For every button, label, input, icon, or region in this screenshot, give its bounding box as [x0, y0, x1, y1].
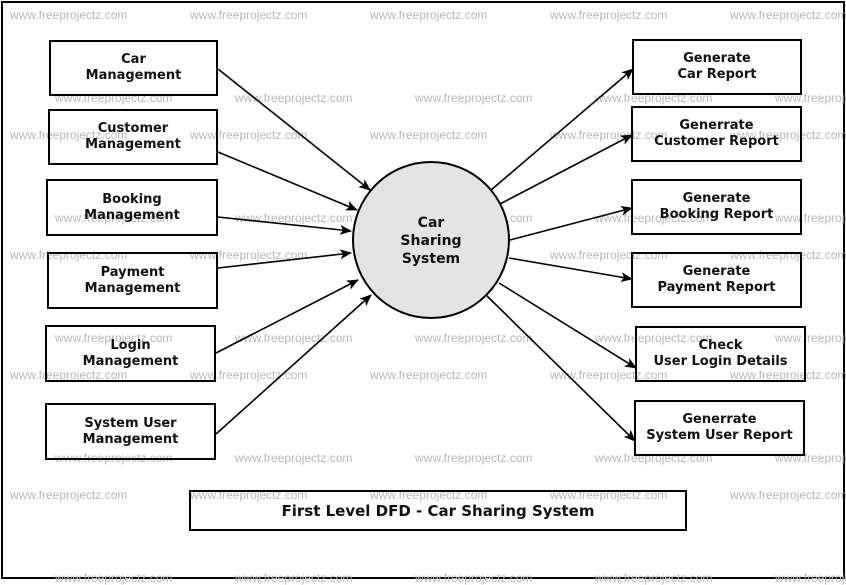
data-flow-arrow	[508, 257, 633, 283]
data-flow-arrow	[499, 134, 633, 205]
process-label-line: Sharing	[400, 233, 462, 249]
output-generrate-system-user-report: Generrate System User Report	[634, 400, 805, 456]
output-label-line: Generrate	[679, 118, 754, 133]
data-flow-arrow	[215, 294, 372, 435]
entity-label-line: Customer	[97, 121, 169, 136]
data-flow-arrow	[486, 295, 636, 442]
output-label-line: Generate	[682, 191, 751, 206]
output-check-user-login-details: Check User Login Details	[635, 326, 806, 382]
data-flow-arrow	[217, 216, 352, 235]
entity-label-line: Management	[85, 137, 181, 152]
output-generrate-customer-report: Generrate Customer Report	[631, 106, 802, 162]
entity-label-line: Management	[82, 431, 179, 447]
entity-label-line: Management	[85, 68, 182, 83]
entity-label-line: System User	[84, 415, 177, 431]
output-label-line: Generrate	[682, 412, 757, 427]
output-label-line: Generate	[682, 264, 751, 279]
entity-label-line: Login	[110, 337, 151, 353]
data-flow-arrow	[217, 151, 358, 211]
output-label-line: Customer Report	[654, 134, 779, 149]
output-label-line: System User Report	[646, 428, 793, 443]
output-label-line: Booking Report	[659, 207, 774, 222]
output-label-line: Check	[698, 338, 743, 353]
entity-login-management: Login Management	[45, 325, 216, 382]
entity-label-line: Booking	[102, 191, 162, 207]
process-label-line: Car	[417, 215, 445, 231]
output-label-line: Car Report	[677, 67, 757, 82]
output-label-line: User Login Details	[653, 354, 788, 369]
output-label-line: Payment Report	[657, 280, 776, 295]
entity-system-user-management: System User Management	[45, 403, 216, 460]
data-flow-arrow	[498, 282, 637, 369]
data-flow-arrow	[509, 205, 633, 241]
output-generate-car-report: Generate Car Report	[632, 39, 802, 95]
entity-label-line: Management	[82, 353, 179, 369]
entity-booking-management: Booking Management	[46, 179, 218, 236]
data-flow-arrow	[217, 249, 352, 269]
entity-label-line: Management	[84, 280, 181, 296]
output-label-line: Generate	[683, 51, 751, 66]
entity-car-management: Car Management	[49, 40, 218, 96]
entity-label-line: Car	[121, 52, 146, 67]
output-generate-booking-report: Generate Booking Report	[631, 179, 802, 235]
data-flow-arrow	[215, 279, 359, 354]
entity-customer-management: Customer Management	[48, 109, 218, 165]
process-label-line: System	[401, 251, 461, 267]
diagram-title-text: First Level DFD - Car Sharing System	[281, 501, 595, 520]
entity-label-line: Management	[84, 207, 180, 223]
entity-label-line: Payment	[100, 264, 165, 280]
data-flow-arrow	[217, 68, 371, 191]
process-label: Car Sharing System	[371, 214, 491, 268]
diagram-title: First Level DFD - Car Sharing System	[189, 490, 687, 531]
entity-payment-management: Payment Management	[47, 252, 218, 309]
output-generate-payment-report: Generate Payment Report	[631, 252, 802, 308]
